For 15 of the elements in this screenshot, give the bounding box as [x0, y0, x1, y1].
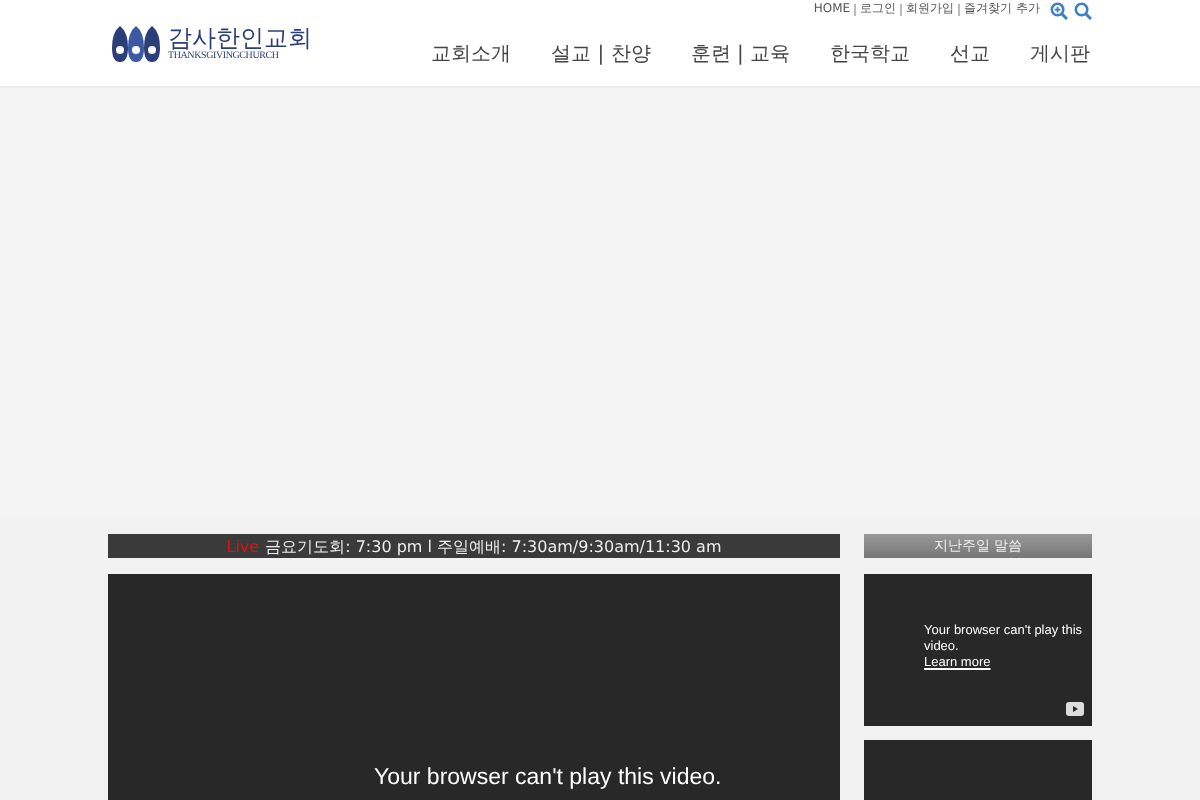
zoom-in-icon[interactable] [1050, 1, 1068, 19]
nav-item[interactable]: 선교 [950, 40, 990, 68]
video-message: Your browser can't play this video. [374, 766, 722, 790]
live-label: Live [226, 537, 260, 555]
nav-item[interactable]: 훈련 | 교육 [690, 40, 790, 68]
nav-item[interactable]: 설교 | 찬양 [551, 40, 651, 68]
nav-item[interactable]: 한국학교 [830, 40, 910, 68]
play-icon[interactable] [1066, 702, 1084, 716]
nav-item[interactable]: 교회소개 [431, 40, 512, 68]
search-icon[interactable] [1074, 1, 1092, 19]
nav-item[interactable]: 게시판 [1030, 40, 1090, 68]
service-times: 금요기도회: 7:30 pm l 주일예배: 7:30am/9:30am/11:30 am [265, 535, 722, 557]
logo-icon [110, 23, 162, 63]
video-player[interactable]: Your browser can't play this video. [108, 574, 840, 800]
logo-name: 감사한인교회 [168, 25, 312, 51]
